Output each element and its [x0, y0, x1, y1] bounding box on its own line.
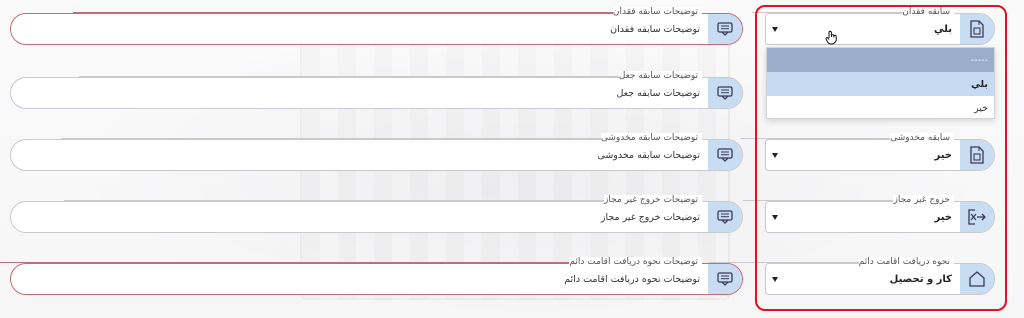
loss-history-value: بلي: [934, 23, 952, 35]
damage-description-value: توضیحات سابقه مخدوشی: [597, 149, 700, 161]
exit-icon: [960, 202, 994, 232]
residence-description-label: توضیحات نحوه دریافت اقامت دائم: [0, 257, 702, 267]
home-icon: [960, 264, 994, 294]
loss-description-value: توضیحات سابقه فقدان: [610, 23, 700, 35]
damage-description-label: توضیحات سابقه مخدوشی: [59, 133, 702, 143]
chevron-down-icon[interactable]: [772, 214, 778, 220]
form-row-illegal-exit: توضیحات خروج غیر مجاز توضیحات خروج غیر م…: [0, 192, 1024, 236]
chevron-down-icon[interactable]: [772, 26, 778, 32]
illegal-exit-label: خروج غیر مجاز: [744, 195, 954, 205]
message-icon: [708, 264, 742, 294]
damage-history-label: سابقه مخدوشی: [740, 133, 954, 143]
hand-cursor-icon: [825, 30, 839, 50]
illegal-exit-description-field[interactable]: توضیحات خروج غیر مجاز توضیحات خروج غیر م…: [10, 195, 743, 233]
residence-method-select[interactable]: نحوه دریافت اقامت دائم کار و تحصیل: [708, 257, 995, 295]
message-icon: [708, 78, 742, 108]
loss-description-label: توضیحات سابقه فقدان: [72, 7, 702, 17]
message-icon: [708, 140, 742, 170]
forgery-description-value: توضیحات سابقه جعل: [616, 87, 700, 99]
damage-history-value: خیر: [934, 149, 952, 161]
residence-method-value: کار و تحصیل: [889, 273, 952, 285]
damage-description-field[interactable]: توضیحات سابقه مخدوشی توضیحات سابقه مخدوش…: [10, 133, 743, 171]
forgery-description-field[interactable]: توضیحات سابقه جعل توضیحات سابقه جعل: [10, 71, 743, 109]
form-row-residence: توضیحات نحوه دریافت اقامت دائم توضیحات ن…: [0, 254, 1024, 298]
illegal-exit-description-label: توضیحات خروج غیر مجاز: [64, 195, 702, 205]
residence-description-field[interactable]: توضیحات نحوه دریافت اقامت دائم توضیحات ن…: [0, 257, 743, 295]
chevron-down-icon[interactable]: [772, 276, 778, 282]
form-row-loss: توضیحات سابقه فقدان توضیحات سابقه فقدان …: [0, 4, 1024, 48]
forgery-description-label: توضیحات سابقه جعل: [77, 71, 702, 81]
illegal-exit-description-value: توضیحات خروج غیر مجاز: [600, 211, 700, 223]
illegal-exit-value: خیر: [934, 211, 952, 223]
message-icon: [708, 14, 742, 44]
document-icon: [960, 14, 994, 44]
loss-history-select[interactable]: سابقه فقدان بلي: [753, 7, 995, 45]
form-row-forgery: توضیحات سابقه جعل توضیحات سابقه جعل: [0, 68, 1024, 112]
loss-history-label: سابقه فقدان: [753, 7, 954, 17]
illegal-exit-select[interactable]: خروج غیر مجاز خیر: [744, 195, 995, 233]
damage-history-select[interactable]: سابقه مخدوشی خیر: [740, 133, 995, 171]
message-icon: [708, 202, 742, 232]
form-row-damage: توضیحات سابقه مخدوشی توضیحات سابقه مخدوش…: [0, 130, 1024, 174]
document-icon: [960, 140, 994, 170]
residence-description-value: توضیحات نحوه دریافت اقامت دائم: [564, 273, 700, 285]
loss-description-field[interactable]: توضیحات سابقه فقدان توضیحات سابقه فقدان: [10, 7, 743, 45]
residence-method-label: نحوه دریافت اقامت دائم: [708, 257, 954, 267]
chevron-down-icon[interactable]: [772, 152, 778, 158]
